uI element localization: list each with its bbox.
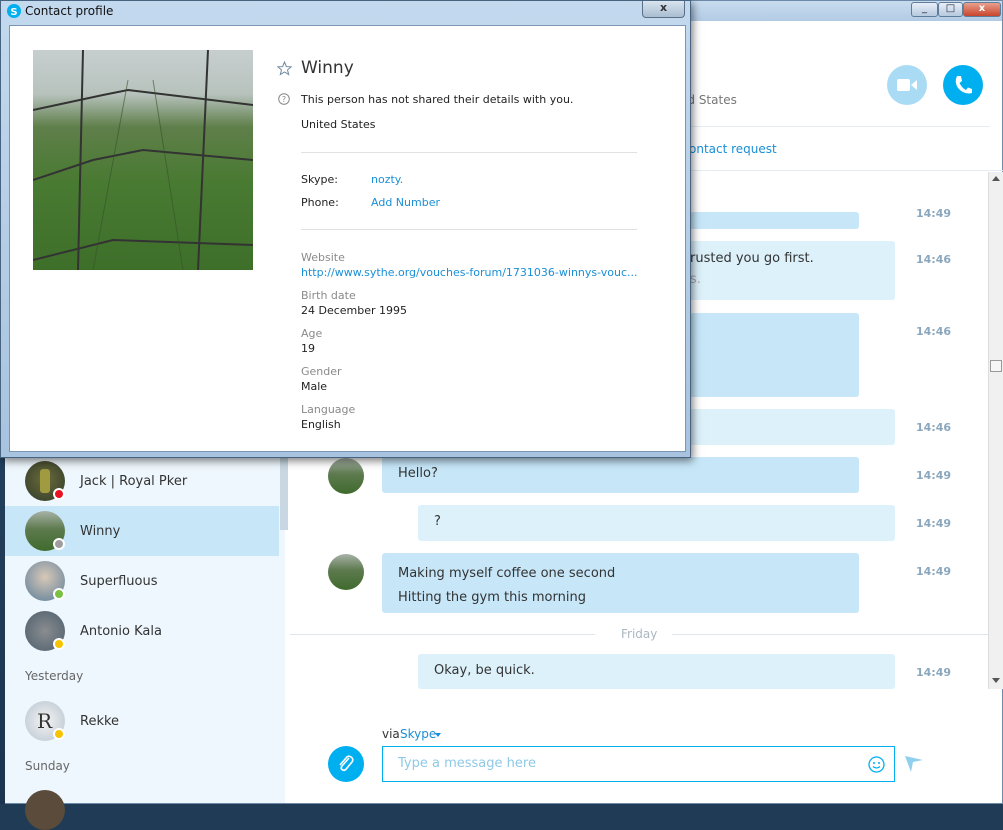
message-text: ? [434,514,441,529]
scroll-down-icon[interactable] [992,678,1000,683]
audio-call-button[interactable] [943,65,983,105]
avatar [25,790,65,830]
phone-label: Phone: [301,196,339,209]
message-bubble: Hello? [382,457,859,493]
profile-window-title: Contact profile [25,4,114,18]
add-number-link[interactable]: Add Number [371,196,440,209]
message-time: 14:49 [916,207,952,220]
paperclip-icon [339,755,354,772]
message-time: 14:49 [916,565,952,578]
message-bubble: Making myself coffee one second Hitting … [382,553,859,613]
contact-row-antonio[interactable]: Antonio Kala [5,606,279,656]
day-divider-right [672,634,988,635]
via-label: via [382,727,400,741]
message-subtext: s. [690,272,701,287]
profile-divider [301,229,637,230]
message-input-placeholder: Type a message here [398,756,536,771]
day-separator: Friday [621,627,658,641]
favorite-star-icon[interactable] [277,61,292,76]
svg-text:?: ? [282,95,286,104]
emoticon-icon[interactable] [868,756,885,773]
message-input[interactable]: Type a message here [382,746,895,782]
away-status-icon [53,638,65,650]
message-time: 14:46 [916,421,952,434]
via-service-dropdown[interactable]: Skype [400,727,436,741]
birth-date-value: 24 December 1995 [301,304,408,317]
svg-text:S: S [10,7,17,18]
message-bubble-mine: ? [418,505,895,541]
contact-row-rekke[interactable]: R Rekke [5,696,279,746]
skype-name-link[interactable]: nozty. [371,173,403,186]
skype-label: Skype: [301,173,338,186]
online-status-icon [53,588,65,600]
contact-request-link[interactable]: ontact request [689,142,777,156]
gender-label: Gender [301,365,342,378]
video-camera-icon [897,79,917,91]
message-bubble-mine: rusted you go first. s. [690,241,895,300]
scroll-thumb[interactable] [990,360,1002,372]
sender-avatar[interactable] [328,458,364,494]
section-label-yesterday: Yesterday [25,669,84,683]
away-status-icon [53,728,65,740]
language-label: Language [301,403,356,416]
scroll-up-icon[interactable] [992,176,1000,181]
maximize-button[interactable]: □ [938,2,963,17]
age-label: Age [301,327,323,340]
contact-row-winny[interactable]: Winny [5,506,279,556]
unknown-status-icon [53,538,65,550]
sender-avatar[interactable] [328,554,364,590]
privacy-note: This person has not shared their details… [301,93,574,106]
message-text: Hello? [398,466,438,481]
message-time: 14:49 [916,469,952,482]
phone-icon [955,76,972,94]
message-text: rusted you go first. [690,251,814,266]
contact-name: Superfluous [80,574,158,589]
message-bubble-mine: Okay, be quick. [418,654,895,689]
contact-row-jack[interactable]: Jack | Royal Pker [5,456,279,506]
message-time: 14:49 [916,666,952,679]
close-button[interactable]: x [963,2,1001,17]
profile-country: United States [301,118,376,131]
language-value: English [301,418,341,431]
age-value: 19 [301,342,315,355]
profile-name: Winny [301,58,354,78]
skype-logo-icon: S [7,4,21,18]
message-bubble [690,212,859,229]
profile-divider [301,152,637,153]
send-icon[interactable] [905,756,923,772]
contact-name: Jack | Royal Pker [80,474,188,489]
profile-picture [33,50,253,270]
profile-body: Winny ? This person has not shared their… [9,25,686,452]
attach-button[interactable] [328,746,364,782]
message-text: Making myself coffee one second [398,566,616,581]
contact-name: Winny [80,524,121,539]
message-bubble [690,313,859,397]
chevron-down-icon[interactable] [435,733,441,737]
section-label-sunday: Sunday [25,759,70,773]
message-time: 14:46 [916,325,952,338]
contact-name: Antonio Kala [80,624,162,639]
contact-profile-window: S Contact profile x Winny ? This person … [0,0,691,458]
chat-scrollbar[interactable] [988,172,1003,689]
website-label: Website [301,251,345,264]
busy-status-icon [53,488,65,500]
day-divider-left [290,634,595,635]
birth-date-label: Birth date [301,289,356,302]
profile-close-button[interactable]: x [642,1,685,18]
contact-name: Rekke [80,714,120,729]
message-bubble-mine [690,409,895,445]
message-time: 14:49 [916,517,952,530]
message-text: Okay, be quick. [434,663,535,678]
help-question-icon: ? [278,93,290,105]
message-time: 14:46 [916,253,952,266]
video-call-button[interactable] [887,65,927,105]
gender-value: Male [301,380,328,393]
contact-row-superfluous[interactable]: Superfluous [5,556,279,606]
minimize-button[interactable]: _ [911,2,938,17]
message-text: Hitting the gym this morning [398,590,586,605]
website-link[interactable]: http://www.sythe.org/vouches-forum/17310… [301,266,638,279]
